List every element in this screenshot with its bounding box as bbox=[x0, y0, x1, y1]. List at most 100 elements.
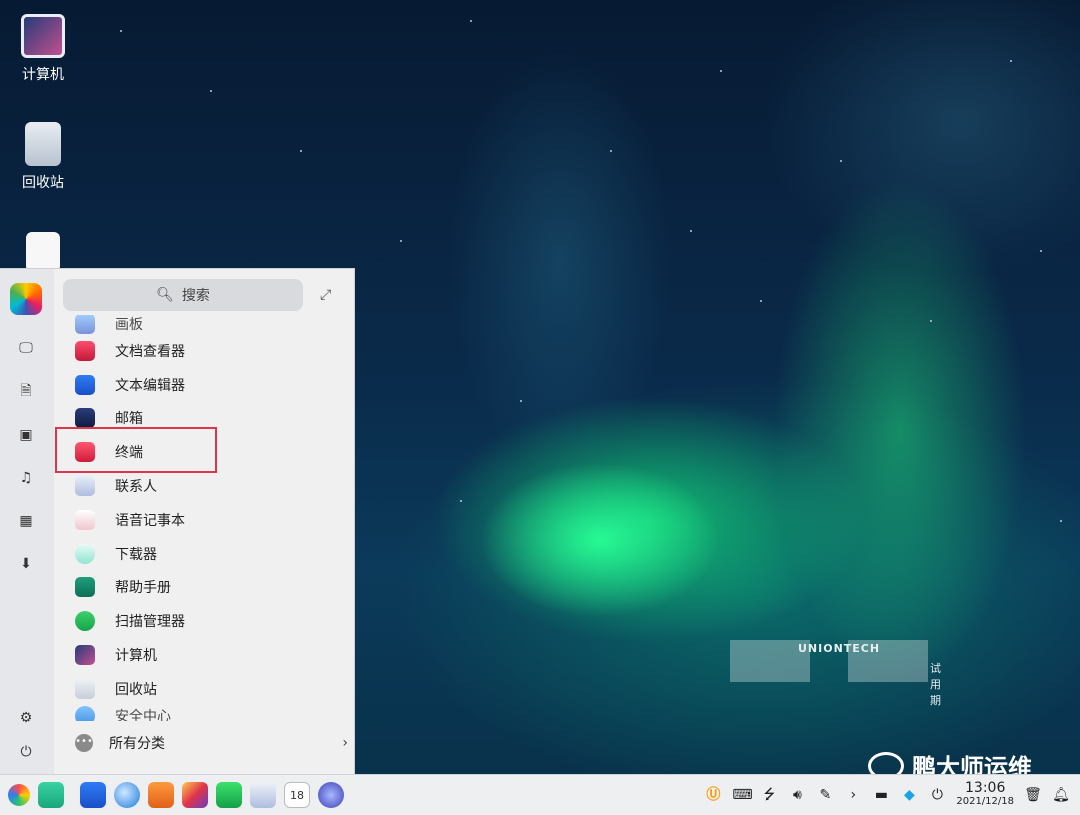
app-item[interactable]: 扫描管理器 bbox=[63, 604, 353, 638]
star bbox=[470, 20, 472, 22]
music-player-icon[interactable] bbox=[216, 782, 242, 808]
trash-icon bbox=[75, 678, 95, 699]
star bbox=[210, 90, 212, 92]
star bbox=[300, 150, 302, 152]
star bbox=[1010, 60, 1012, 62]
onscreen-keyboard-icon[interactable]: ▬ bbox=[872, 786, 890, 804]
taskbar: 18 Ⓤ ⌨ ⭍ 🔊︎ ✎ › ▬ ◆ ⏻ 13:06 2021/12/18 🗑… bbox=[0, 774, 1080, 815]
browser-icon[interactable] bbox=[114, 782, 140, 808]
star bbox=[760, 300, 762, 302]
star bbox=[1060, 520, 1062, 522]
document-icon bbox=[26, 232, 60, 272]
app-item[interactable]: 帮助手册 bbox=[63, 571, 353, 605]
keyboard-icon[interactable]: ⌨ bbox=[732, 786, 752, 804]
app-label: 语音记事本 bbox=[115, 512, 185, 529]
drawing-icon bbox=[75, 315, 95, 334]
app-label: 画板 bbox=[115, 317, 143, 333]
app-item[interactable]: 下载器 bbox=[63, 537, 353, 571]
volume-icon[interactable]: 🔊︎ bbox=[788, 786, 806, 804]
app-label: 联系人 bbox=[115, 479, 157, 496]
trash-icon bbox=[25, 122, 61, 166]
picture-icon[interactable]: ▣ bbox=[18, 427, 34, 443]
desktop-icon-trash[interactable]: 回收站 bbox=[0, 122, 88, 192]
mail-icon bbox=[75, 408, 95, 429]
trash-icon[interactable]: 🗑︎ bbox=[1024, 786, 1042, 804]
usb-icon[interactable]: ⭍ bbox=[760, 786, 778, 804]
control-center-icon[interactable] bbox=[318, 782, 344, 808]
terminal-highlight-box bbox=[55, 427, 217, 473]
app-label: 下载器 bbox=[115, 546, 157, 563]
app-item[interactable]: 回收站 bbox=[63, 672, 353, 706]
star bbox=[840, 160, 842, 162]
search-icon: 🔍︎ bbox=[156, 287, 174, 303]
app-item[interactable]: 画板 bbox=[63, 315, 353, 334]
app-label: 帮助手册 bbox=[115, 580, 171, 597]
image-viewer-icon[interactable] bbox=[182, 782, 208, 808]
app-item[interactable]: 文本编辑器 bbox=[63, 368, 353, 402]
clock[interactable]: 13:06 2021/12/18 bbox=[956, 781, 1014, 809]
system-tray: Ⓤ ⌨ ⭍ 🔊︎ ✎ › ▬ ◆ ⏻ 13:06 2021/12/18 🗑︎ 🔔… bbox=[704, 775, 1080, 815]
app-label: 安全中心 bbox=[115, 708, 171, 721]
star bbox=[120, 30, 122, 32]
search-input[interactable]: 🔍︎ 搜索 bbox=[63, 279, 303, 311]
all-categories-button[interactable]: ••• 所有分类 › bbox=[63, 727, 348, 759]
file-manager-icon[interactable] bbox=[80, 782, 106, 808]
contacts-icon bbox=[75, 476, 95, 497]
more-icon: ••• bbox=[75, 734, 93, 752]
desktop-icon-computer[interactable]: 计算机 bbox=[0, 14, 88, 84]
computer-icon bbox=[75, 645, 95, 666]
document-viewer-icon bbox=[75, 340, 95, 361]
app-list: 画板 文档查看器 文本编辑器 邮箱 终端 联系人 语音记事本 下载器 帮助手册 … bbox=[63, 315, 353, 721]
contacts-icon[interactable] bbox=[250, 782, 276, 808]
app-label: 计算机 bbox=[115, 648, 157, 665]
security-center-icon bbox=[75, 705, 95, 721]
app-label: 文档查看器 bbox=[115, 343, 185, 360]
app-label: 文本编辑器 bbox=[115, 377, 185, 394]
app-store-icon[interactable] bbox=[148, 782, 174, 808]
expand-icon[interactable]: ⤢ bbox=[320, 287, 336, 303]
settings-icon[interactable]: ⚙ bbox=[18, 710, 34, 726]
text-editor-icon bbox=[75, 374, 95, 395]
downloader-icon bbox=[75, 543, 95, 564]
search-placeholder: 搜索 bbox=[181, 288, 210, 304]
desktop-icon-label: 回收站 bbox=[22, 175, 64, 191]
power-icon[interactable]: ⏻ bbox=[928, 786, 946, 804]
computer-icon bbox=[21, 14, 65, 58]
desktop-icon-label: 计算机 bbox=[22, 67, 64, 83]
star bbox=[1040, 250, 1042, 252]
network-icon[interactable]: ◆ bbox=[900, 786, 918, 804]
download-icon[interactable]: ⬇ bbox=[18, 556, 34, 572]
star bbox=[610, 150, 612, 152]
watermark-brand: UNIONTECH bbox=[798, 642, 881, 655]
monitor-icon[interactable]: 🖵 bbox=[18, 340, 34, 356]
star bbox=[460, 500, 462, 502]
clock-date: 2021/12/18 bbox=[956, 796, 1014, 807]
star bbox=[720, 70, 722, 72]
watermark-trial: 试用期 bbox=[930, 662, 941, 707]
clock-time: 13:06 bbox=[965, 780, 1006, 796]
launcher-logo[interactable] bbox=[10, 283, 42, 315]
video-icon[interactable]: ▦ bbox=[18, 513, 34, 529]
update-icon[interactable]: Ⓤ bbox=[704, 786, 722, 804]
app-item[interactable]: 语音记事本 bbox=[63, 503, 353, 537]
all-categories-label: 所有分类 bbox=[109, 736, 165, 752]
app-item[interactable]: 联系人 bbox=[63, 469, 353, 503]
notification-bell-icon[interactable]: 🔔︎ bbox=[1052, 786, 1070, 804]
star bbox=[520, 400, 522, 402]
star bbox=[400, 240, 402, 242]
screenshot-pen-icon[interactable]: ✎ bbox=[816, 786, 834, 804]
file-icon[interactable]: 🗎 bbox=[18, 383, 34, 399]
music-icon[interactable]: ♫ bbox=[18, 470, 34, 486]
calendar-icon[interactable]: 18 bbox=[284, 782, 310, 808]
launcher-button[interactable] bbox=[8, 784, 30, 806]
launcher-menu: 🖵 🗎 ▣ ♫ ▦ ⬇ ⚙ ⏻ 🔍︎ 搜索 ⤢ 画板 文档查看器 文本编辑器 邮… bbox=[0, 268, 355, 774]
voice-note-icon bbox=[75, 509, 95, 530]
app-item[interactable]: 安全中心 bbox=[63, 705, 353, 721]
power-icon[interactable]: ⏻ bbox=[18, 744, 34, 760]
app-label: 扫描管理器 bbox=[115, 614, 185, 631]
app-item[interactable]: 文档查看器 bbox=[63, 334, 353, 368]
app-item[interactable]: 计算机 bbox=[63, 638, 353, 672]
launcher-sidebar: 🖵 🗎 ▣ ♫ ▦ ⬇ ⚙ ⏻ bbox=[0, 269, 54, 774]
multitask-view-icon[interactable] bbox=[38, 782, 64, 808]
chevron-right-icon[interactable]: › bbox=[844, 786, 862, 804]
